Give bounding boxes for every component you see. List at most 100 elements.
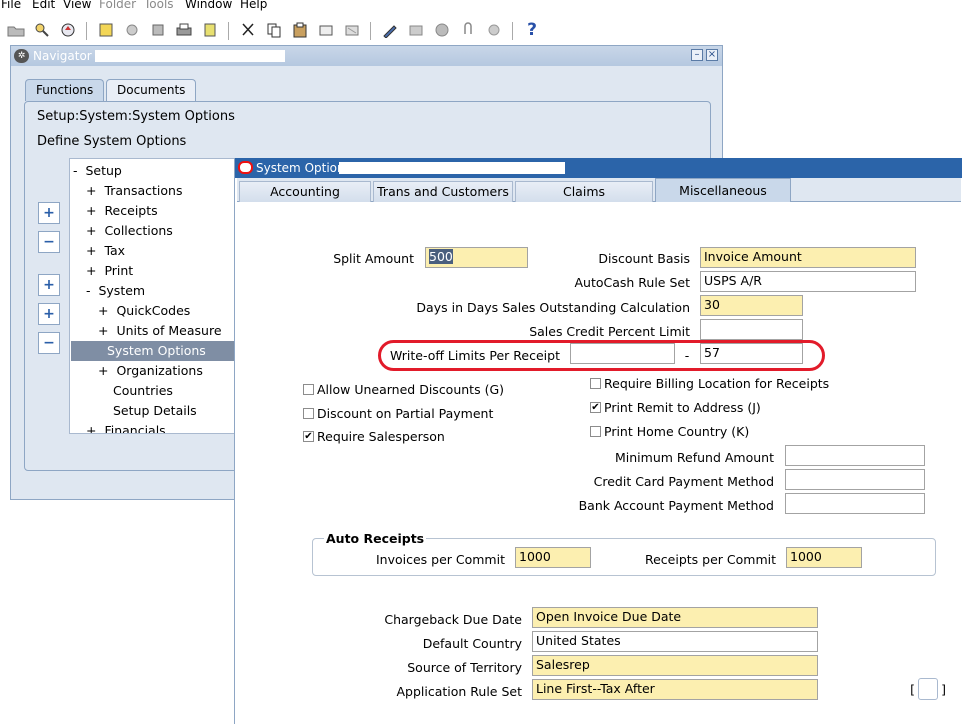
tree-item-system[interactable]: - System [86, 283, 145, 298]
toolbar-separator [370, 22, 371, 40]
toolbar: ? [0, 17, 962, 45]
zoom-icon[interactable] [406, 20, 426, 40]
tree-item-transactions[interactable]: + Transactions [86, 183, 182, 198]
expand-all-button[interactable]: + [38, 303, 60, 325]
menu-folder[interactable]: Folder [99, 0, 136, 11]
paste-icon[interactable] [290, 20, 310, 40]
delete-icon[interactable] [342, 20, 362, 40]
tree-label: System [98, 283, 146, 298]
minimize-icon[interactable]: – [691, 49, 703, 61]
attach-icon[interactable] [458, 20, 478, 40]
require-salesperson-checkbox[interactable]: ✔ [303, 431, 314, 442]
system-options-title-bar: System Options [235, 158, 962, 178]
autocash-rule-set-field[interactable]: USPS A/R [700, 271, 916, 292]
discount-partial-label: Discount on Partial Payment [317, 406, 494, 421]
tab-miscellaneous[interactable]: Miscellaneous [655, 178, 791, 202]
menu-file[interactable]: File [1, 0, 21, 11]
invoices-per-commit-field[interactable]: 1000 [515, 547, 591, 568]
oracle-logo-icon: ✲ [14, 49, 29, 63]
dso-calculation-field[interactable]: 30 [700, 295, 803, 316]
invoices-per-commit-label: Invoices per Commit [375, 552, 505, 567]
function-tree: - Setup + Transactions + Receipts + Coll… [69, 158, 239, 434]
toolbar-separator [86, 22, 87, 40]
tree-toggle: + [86, 263, 97, 278]
default-country-label: Default Country [422, 636, 522, 651]
globe-icon[interactable] [432, 20, 452, 40]
print-icon[interactable] [174, 20, 194, 40]
bracket-right: ] [941, 682, 946, 697]
tree-item-setup[interactable]: - Setup [73, 163, 122, 178]
allow-unearned-checkbox[interactable] [303, 384, 314, 395]
open-folder-icon[interactable] [6, 20, 26, 40]
tree-item-countries[interactable]: Countries [113, 383, 173, 398]
menu-edit[interactable]: Edit [32, 0, 55, 11]
split-amount-label: Split Amount [333, 251, 414, 266]
cut-icon[interactable] [238, 20, 258, 40]
menu-help[interactable]: Help [240, 0, 267, 11]
tree-item-collections[interactable]: + Collections [86, 223, 173, 238]
print-remit-checkbox[interactable]: ✔ [590, 402, 601, 413]
menu-tools[interactable]: Tools [144, 0, 174, 11]
tree-toggle: - [73, 163, 78, 178]
tree-item-tax[interactable]: + Tax [86, 243, 125, 258]
tab-strip: Accounting Trans and Customers Claims Mi… [237, 178, 961, 202]
tab-trans-and-customers[interactable]: Trans and Customers [373, 181, 513, 202]
tree-item-setup-details[interactable]: Setup Details [113, 403, 197, 418]
require-billing-checkbox[interactable] [590, 378, 601, 389]
tree-item-financials[interactable]: + Financials [86, 423, 166, 433]
menu-bar: File Edit View Folder Tools Window Help [0, 0, 962, 14]
export-icon[interactable] [200, 20, 220, 40]
edit-icon[interactable] [316, 20, 336, 40]
print-home-country-checkbox[interactable] [590, 426, 601, 437]
help-icon[interactable]: ? [522, 20, 542, 40]
chargeback-due-date-field[interactable]: Open Invoice Due Date [532, 607, 818, 628]
collapse-all-button[interactable]: − [38, 332, 60, 354]
tree-item-receipts[interactable]: + Receipts [86, 203, 158, 218]
min-refund-field[interactable] [785, 445, 925, 466]
min-refund-label: Minimum Refund Amount [615, 450, 774, 465]
source-of-territory-field[interactable]: Salesrep [532, 655, 818, 676]
redaction [95, 50, 285, 62]
credit-card-method-field[interactable] [785, 469, 925, 490]
close-icon[interactable]: × [706, 49, 718, 61]
tab-claims[interactable]: Claims [515, 181, 653, 202]
print-remit-label: Print Remit to Address (J) [604, 400, 761, 415]
bracket-left: [ [910, 682, 915, 697]
tree-toggle: + [86, 223, 97, 238]
navigate-icon[interactable] [58, 20, 78, 40]
tree-label: Tax [104, 243, 126, 258]
tree-item-system-options[interactable]: System Options [71, 341, 238, 361]
menu-window[interactable]: Window [185, 0, 232, 11]
copy-icon[interactable] [264, 20, 284, 40]
discount-partial-checkbox[interactable] [303, 408, 314, 419]
expand-button[interactable]: + [38, 202, 60, 224]
tree-item-print[interactable]: + Print [86, 263, 133, 278]
tab-documents[interactable]: Documents [106, 79, 197, 101]
tree-toggle: + [86, 243, 97, 258]
folder-tools-icon[interactable] [484, 20, 504, 40]
discount-basis-field[interactable]: Invoice Amount [700, 247, 916, 268]
new-icon[interactable] [122, 20, 142, 40]
expand-branch-button[interactable]: + [38, 274, 60, 296]
tab-accounting[interactable]: Accounting [239, 181, 371, 202]
split-amount-field[interactable]: 500 [425, 247, 528, 268]
collapse-button[interactable]: − [38, 231, 60, 253]
find-icon[interactable] [32, 20, 52, 40]
default-country-field[interactable]: United States [532, 631, 818, 652]
tree-item-units-of-measure[interactable]: + Units of Measure [98, 323, 222, 338]
save-icon[interactable] [96, 20, 116, 40]
tree-label: Receipts [104, 203, 158, 218]
tab-functions[interactable]: Functions [25, 79, 105, 101]
tree-item-quickcodes[interactable]: + QuickCodes [98, 303, 190, 318]
clear-icon[interactable] [148, 20, 168, 40]
bank-account-method-field[interactable] [785, 493, 925, 514]
chargeback-due-date-label: Chargeback Due Date [384, 612, 522, 627]
descriptive-flexfield[interactable] [918, 678, 938, 700]
tree-item-organizations[interactable]: + Organizations [98, 363, 203, 378]
receipts-per-commit-field[interactable]: 1000 [786, 547, 862, 568]
application-rule-set-field[interactable]: Line First--Tax After [532, 679, 818, 700]
sales-credit-limit-field[interactable] [700, 319, 803, 340]
translate-icon[interactable] [380, 20, 400, 40]
menu-view[interactable]: View [63, 0, 91, 11]
bank-account-method-label: Bank Account Payment Method [578, 498, 774, 513]
